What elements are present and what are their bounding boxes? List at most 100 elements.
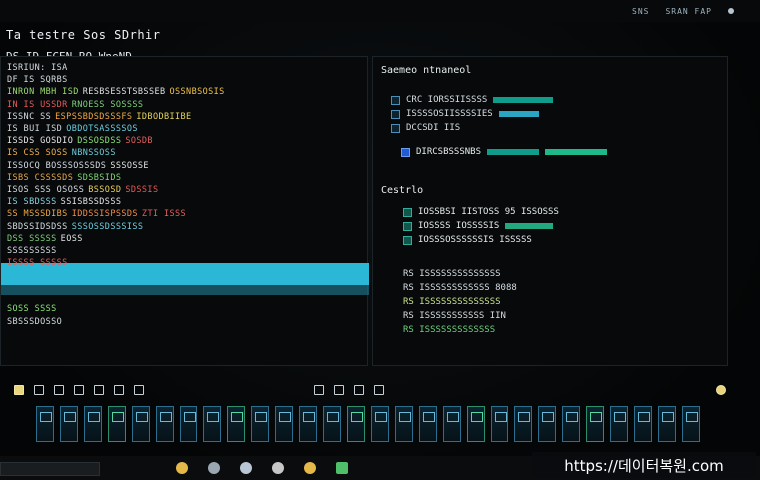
explorer-row[interactable]: RS ISSSSSSSSSSSSSS — [403, 297, 501, 307]
log-line[interactable]: SBDSSIDSDSS SSSOSSDSSSISS — [7, 222, 147, 233]
window-icon[interactable] — [94, 385, 104, 395]
dock-app-tile[interactable] — [634, 406, 652, 442]
dock-app-tile[interactable] — [681, 406, 700, 442]
log-line[interactable]: SSSSSSSSS — [7, 246, 61, 257]
log-segment: OSSNBSOSIS — [169, 87, 225, 98]
dock-app-tile[interactable] — [251, 406, 270, 442]
dock-app-tile[interactable] — [155, 406, 174, 442]
dock-toolbar — [0, 378, 740, 402]
dock-app-tile[interactable] — [83, 406, 102, 442]
dock-app-tile[interactable] — [514, 406, 533, 442]
status-bar — [505, 223, 554, 229]
log-segment: ZTI ISSS — [141, 209, 187, 220]
log-segment: SBSSSDOSSO — [7, 316, 63, 327]
window-icon[interactable] — [334, 385, 344, 395]
log-segment: ISBS CSSSSDS — [7, 172, 74, 183]
app-icon[interactable] — [336, 462, 348, 474]
log-line[interactable]: SBSSSDOSSO — [7, 317, 66, 328]
dock-app-tile[interactable] — [36, 406, 54, 442]
flag-icon[interactable] — [54, 385, 64, 395]
notification-icon[interactable] — [728, 8, 734, 14]
window-icon[interactable] — [314, 385, 324, 395]
app-icon[interactable] — [208, 462, 220, 474]
system-tray: SNS SRAN FAP — [0, 0, 760, 22]
app-icon[interactable] — [176, 462, 188, 474]
tray-item[interactable]: SNS — [632, 7, 649, 16]
dock-app-tile[interactable] — [538, 406, 557, 442]
app-icon[interactable] — [304, 462, 316, 474]
log-line[interactable]: DSS SSSSS EOSS — [7, 234, 87, 245]
explorer-item[interactable]: IOSSSOSSSSSSIS ISSSSS — [403, 235, 532, 245]
log-segment: SDSSIS — [125, 185, 159, 195]
log-pane[interactable]: ISRIUN: ISA DF IS SQRBS INRON MBH ISD RESBS… — [0, 56, 369, 366]
log-line[interactable]: SOSS SSSS — [7, 304, 61, 315]
dock-app-tile[interactable] — [610, 406, 629, 442]
dock-app-tile[interactable] — [275, 406, 294, 442]
log-line[interactable]: IS CSS SOSS NBNSSOSS — [7, 148, 120, 159]
log-line[interactable]: ISSOCQ BOSSSOSSSDS SSSOSSE — [7, 161, 153, 172]
dock-app-tile[interactable] — [107, 406, 126, 442]
log-line[interactable]: ISRIUN: ISA — [7, 63, 72, 74]
log-segment: SOSDB — [125, 136, 153, 147]
dock-app-tile[interactable] — [131, 406, 150, 442]
dock-app-tile[interactable] — [370, 406, 389, 442]
log-line[interactable]: SS MSSSDIBS IDDSSISPSSDS ZTI ISSS — [7, 209, 190, 220]
log-line[interactable]: DF IS SQRBS — [7, 75, 72, 86]
dock-app-tile[interactable] — [299, 406, 318, 442]
dock-app-tile[interactable] — [657, 406, 676, 442]
dock-app-tile[interactable] — [323, 406, 341, 442]
dock-app-tile[interactable] — [59, 406, 78, 442]
log-line[interactable]: ISSDS GOSDIO DSSOSDSS SOSDB — [7, 136, 157, 147]
explorer-item-label: DCCSDI IIS — [406, 123, 461, 133]
explorer-item[interactable]: CRC IORSSIISSSS — [391, 95, 554, 105]
explorer-pane[interactable]: Saemeo ntnaneol CRC IORSSIISSSS ISSSSOSI… — [372, 56, 728, 366]
watermark: https://데이터복원.com — [532, 452, 756, 478]
window-title: Ta testre Sos SDrhir — [6, 28, 161, 42]
log-line[interactable]: ISSNC SS ESPSSBDSDSSSFS IDBODBIIBE — [7, 112, 196, 123]
window-icon[interactable] — [354, 385, 364, 395]
log-line[interactable]: INRON MBH ISD RESBSESSTSBSSEB OSSNBSOSIS — [7, 87, 229, 98]
dock-app-tile[interactable] — [179, 406, 198, 442]
log-segment: ISSSS SSSSS — [7, 258, 68, 269]
explorer-row[interactable]: RS ISSSSSSSSSSSSSS — [403, 269, 501, 279]
explorer-item[interactable]: DCCSDI IIS — [391, 123, 460, 133]
log-line[interactable]: IS SBDSSS SSISBSSDSSS — [7, 197, 125, 208]
window-icon[interactable] — [74, 385, 84, 395]
explorer-item[interactable]: IOSSBSI IISTOSS 95 ISSOSSS — [403, 207, 559, 217]
dock-app-tile[interactable] — [346, 406, 365, 442]
log-line[interactable]: ISBS CSSSSDS SDSBSIDS — [7, 173, 125, 184]
taskbar-search-input[interactable] — [0, 462, 100, 476]
log-segment: RESBSESSTSBSSEB — [82, 87, 166, 98]
desktop-screen: SNS SRAN FAP Ta testre Sos SDrhir DS ID … — [0, 0, 760, 480]
explorer-item[interactable]: DIRCSBSSSNBS — [401, 147, 608, 157]
dock-app-tile[interactable] — [203, 406, 222, 442]
dock-app-tile[interactable] — [394, 406, 413, 442]
explorer-row[interactable]: RS ISSSSSSSSSSS IIN — [403, 311, 506, 321]
folder-icon[interactable] — [14, 385, 24, 395]
window-icon[interactable] — [134, 385, 144, 395]
log-line[interactable]: IS BUI ISD OBDOTSASSSSOS — [7, 124, 142, 135]
window-icon[interactable] — [114, 385, 124, 395]
log-segment: IS CSS SOSS — [7, 148, 68, 159]
log-line[interactable]: ISSSS SSSSS — [7, 258, 72, 269]
dock-app-tile[interactable] — [227, 406, 246, 442]
log-line[interactable]: IN IS USSDR RNOESS SOSSSS — [7, 100, 147, 111]
app-icon[interactable] — [272, 462, 284, 474]
explorer-item[interactable]: IOSSSS IOSSSSIS — [403, 221, 554, 231]
explorer-item[interactable]: ISSSSOSIISSSSIES — [391, 109, 539, 119]
dock-app-tile[interactable] — [466, 406, 485, 442]
log-line[interactable]: ISOS SSS OSOSS BSSOSD SDSSIS — [7, 185, 162, 196]
app-icon[interactable] — [240, 462, 252, 474]
explorer-row[interactable]: RS ISSSSSSSSSSSSS — [403, 325, 495, 335]
dock-app-tile[interactable] — [418, 406, 437, 442]
app-dock — [36, 402, 700, 442]
window-icon[interactable] — [34, 385, 44, 395]
explorer-row[interactable]: RS ISSSSSSSSSSSS 8088 — [403, 283, 517, 293]
dock-app-tile[interactable] — [586, 406, 605, 442]
dock-app-tile[interactable] — [562, 406, 581, 442]
tray-item[interactable]: SRAN FAP — [665, 7, 712, 16]
log-segment: RNOESS SOSSSS — [71, 99, 144, 110]
dock-app-tile[interactable] — [490, 406, 509, 442]
flag-icon[interactable] — [374, 385, 384, 395]
dock-app-tile[interactable] — [442, 406, 461, 442]
